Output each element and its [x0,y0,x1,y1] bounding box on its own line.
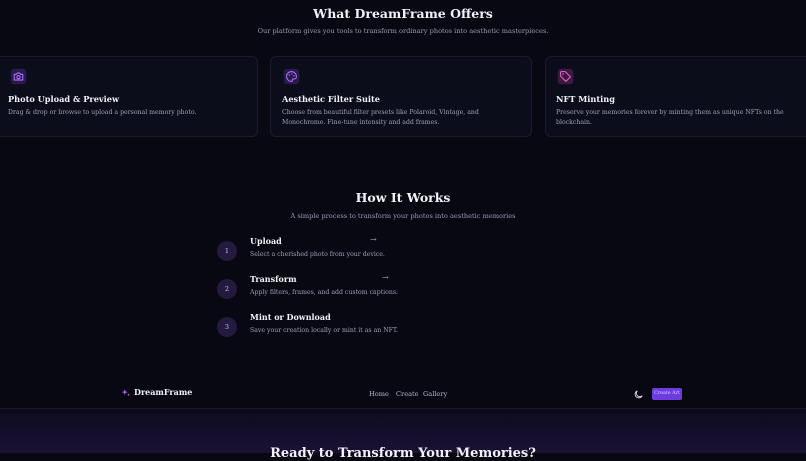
step-number: 2 [217,279,237,299]
step-title: Upload [250,236,282,246]
feature-card-filter-suite: Aesthetic Filter Suite Choose from beaut… [270,56,532,137]
feature-card-description: Preserve your memories forever by mintin… [556,109,784,126]
brand[interactable]: DreamFrame [121,387,192,398]
feature-card-title: NFT Minting [556,94,615,104]
create-art-button[interactable]: Create Art [652,388,682,400]
feature-card-nft-minting: NFT Minting Preserve your memories forev… [545,56,806,137]
how-it-works-title: How It Works [355,190,451,205]
nav-link-gallery[interactable]: Gallery [423,390,447,398]
palette-icon [283,68,300,85]
nav-link-home[interactable]: Home [369,390,389,398]
feature-card-title: Photo Upload & Preview [8,94,120,104]
step-description: Select a cherished photo from your devic… [250,251,385,258]
step-description: Save your creation locally or mint it as… [250,327,399,334]
step-mint-download: 3 Mint or Download Save your creation lo… [217,312,457,347]
sparkles-icon [121,389,130,397]
step-number: 1 [217,241,237,261]
feature-card-description: Drag & drop or browse to upload a person… [8,109,197,116]
step-title: Transform [250,274,297,284]
navbar: DreamFrame Home Create Gallery Create Ar… [0,378,806,409]
moon-icon[interactable] [633,389,644,400]
step-transform: 2 Transform Apply filters, frames, and a… [217,273,457,309]
tag-icon [557,68,574,85]
brand-name: DreamFrame [134,387,193,397]
arrow-right-icon: → [370,235,377,244]
cta-title: Ready to Transform Your Memories? [270,446,536,461]
offers-subtitle: Our platform gives you tools to transfor… [257,27,549,35]
offers-title: What DreamFrame Offers [313,6,493,21]
arrow-right-icon: → [382,273,389,282]
camera-icon [10,68,27,85]
step-description: Apply filters, frames, and add custom ca… [250,289,399,296]
step-title: Mint or Download [250,312,331,322]
feature-card-title: Aesthetic Filter Suite [282,94,380,104]
how-it-works-subtitle: A simple process to transform your photo… [290,212,516,220]
step-upload: 1 Upload Select a cherished photo from y… [217,235,457,271]
feature-card-photo-upload: Photo Upload & Preview Drag & drop or br… [0,56,258,137]
step-number: 3 [217,317,237,337]
feature-card-description: Choose from beautiful filter presets lik… [282,109,479,126]
nav-link-create[interactable]: Create [396,390,419,398]
cta-section: Ready to Transform Your Memories? [0,409,806,461]
